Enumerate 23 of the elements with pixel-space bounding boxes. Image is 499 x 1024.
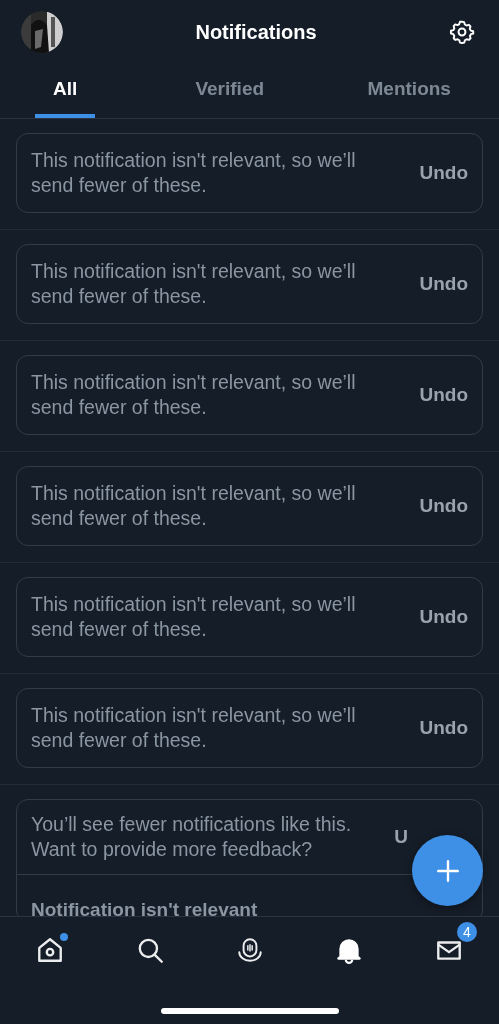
- tab[interactable]: All: [35, 64, 96, 118]
- notification-message: This notification isn't relevant, so we’ll send fewer of these.: [31, 703, 357, 753]
- undo-button[interactable]: U: [394, 826, 408, 848]
- undo-button[interactable]: Undo: [419, 162, 468, 184]
- plus-icon: [434, 857, 461, 884]
- feedback-option[interactable]: Notification isn't relevant: [31, 899, 258, 916]
- notification-message: This notification isn't relevant, so we’ll send fewer of these.: [31, 481, 357, 531]
- home-icon[interactable]: [35, 935, 65, 965]
- notification-message: This notification isn't relevant, so we’ll send fewer of these.: [31, 148, 357, 198]
- undo-button[interactable]: Undo: [419, 717, 468, 739]
- notification-message: This notification isn't relevant, so we’ll send fewer of these.: [31, 370, 357, 420]
- undo-button[interactable]: Undo: [419, 384, 468, 406]
- undo-button[interactable]: Undo: [419, 495, 468, 517]
- tab[interactable]: Mentions: [367, 64, 451, 118]
- notification-message: This notification isn't relevant, so we’ll send fewer of these.: [31, 259, 357, 309]
- unread-count: 4: [457, 922, 477, 942]
- tab[interactable]: Verified: [195, 64, 265, 118]
- settings-icon[interactable]: [449, 19, 475, 45]
- undo-button[interactable]: Undo: [419, 273, 468, 295]
- feedback-message: You’ll see fewer notifications like this. Want to provide more feedback?: [31, 812, 353, 862]
- page-title: Notifications: [195, 20, 317, 44]
- notification-message: This notification isn't relevant, so we’ll send fewer of these.: [31, 592, 357, 642]
- undo-button[interactable]: Undo: [419, 606, 468, 628]
